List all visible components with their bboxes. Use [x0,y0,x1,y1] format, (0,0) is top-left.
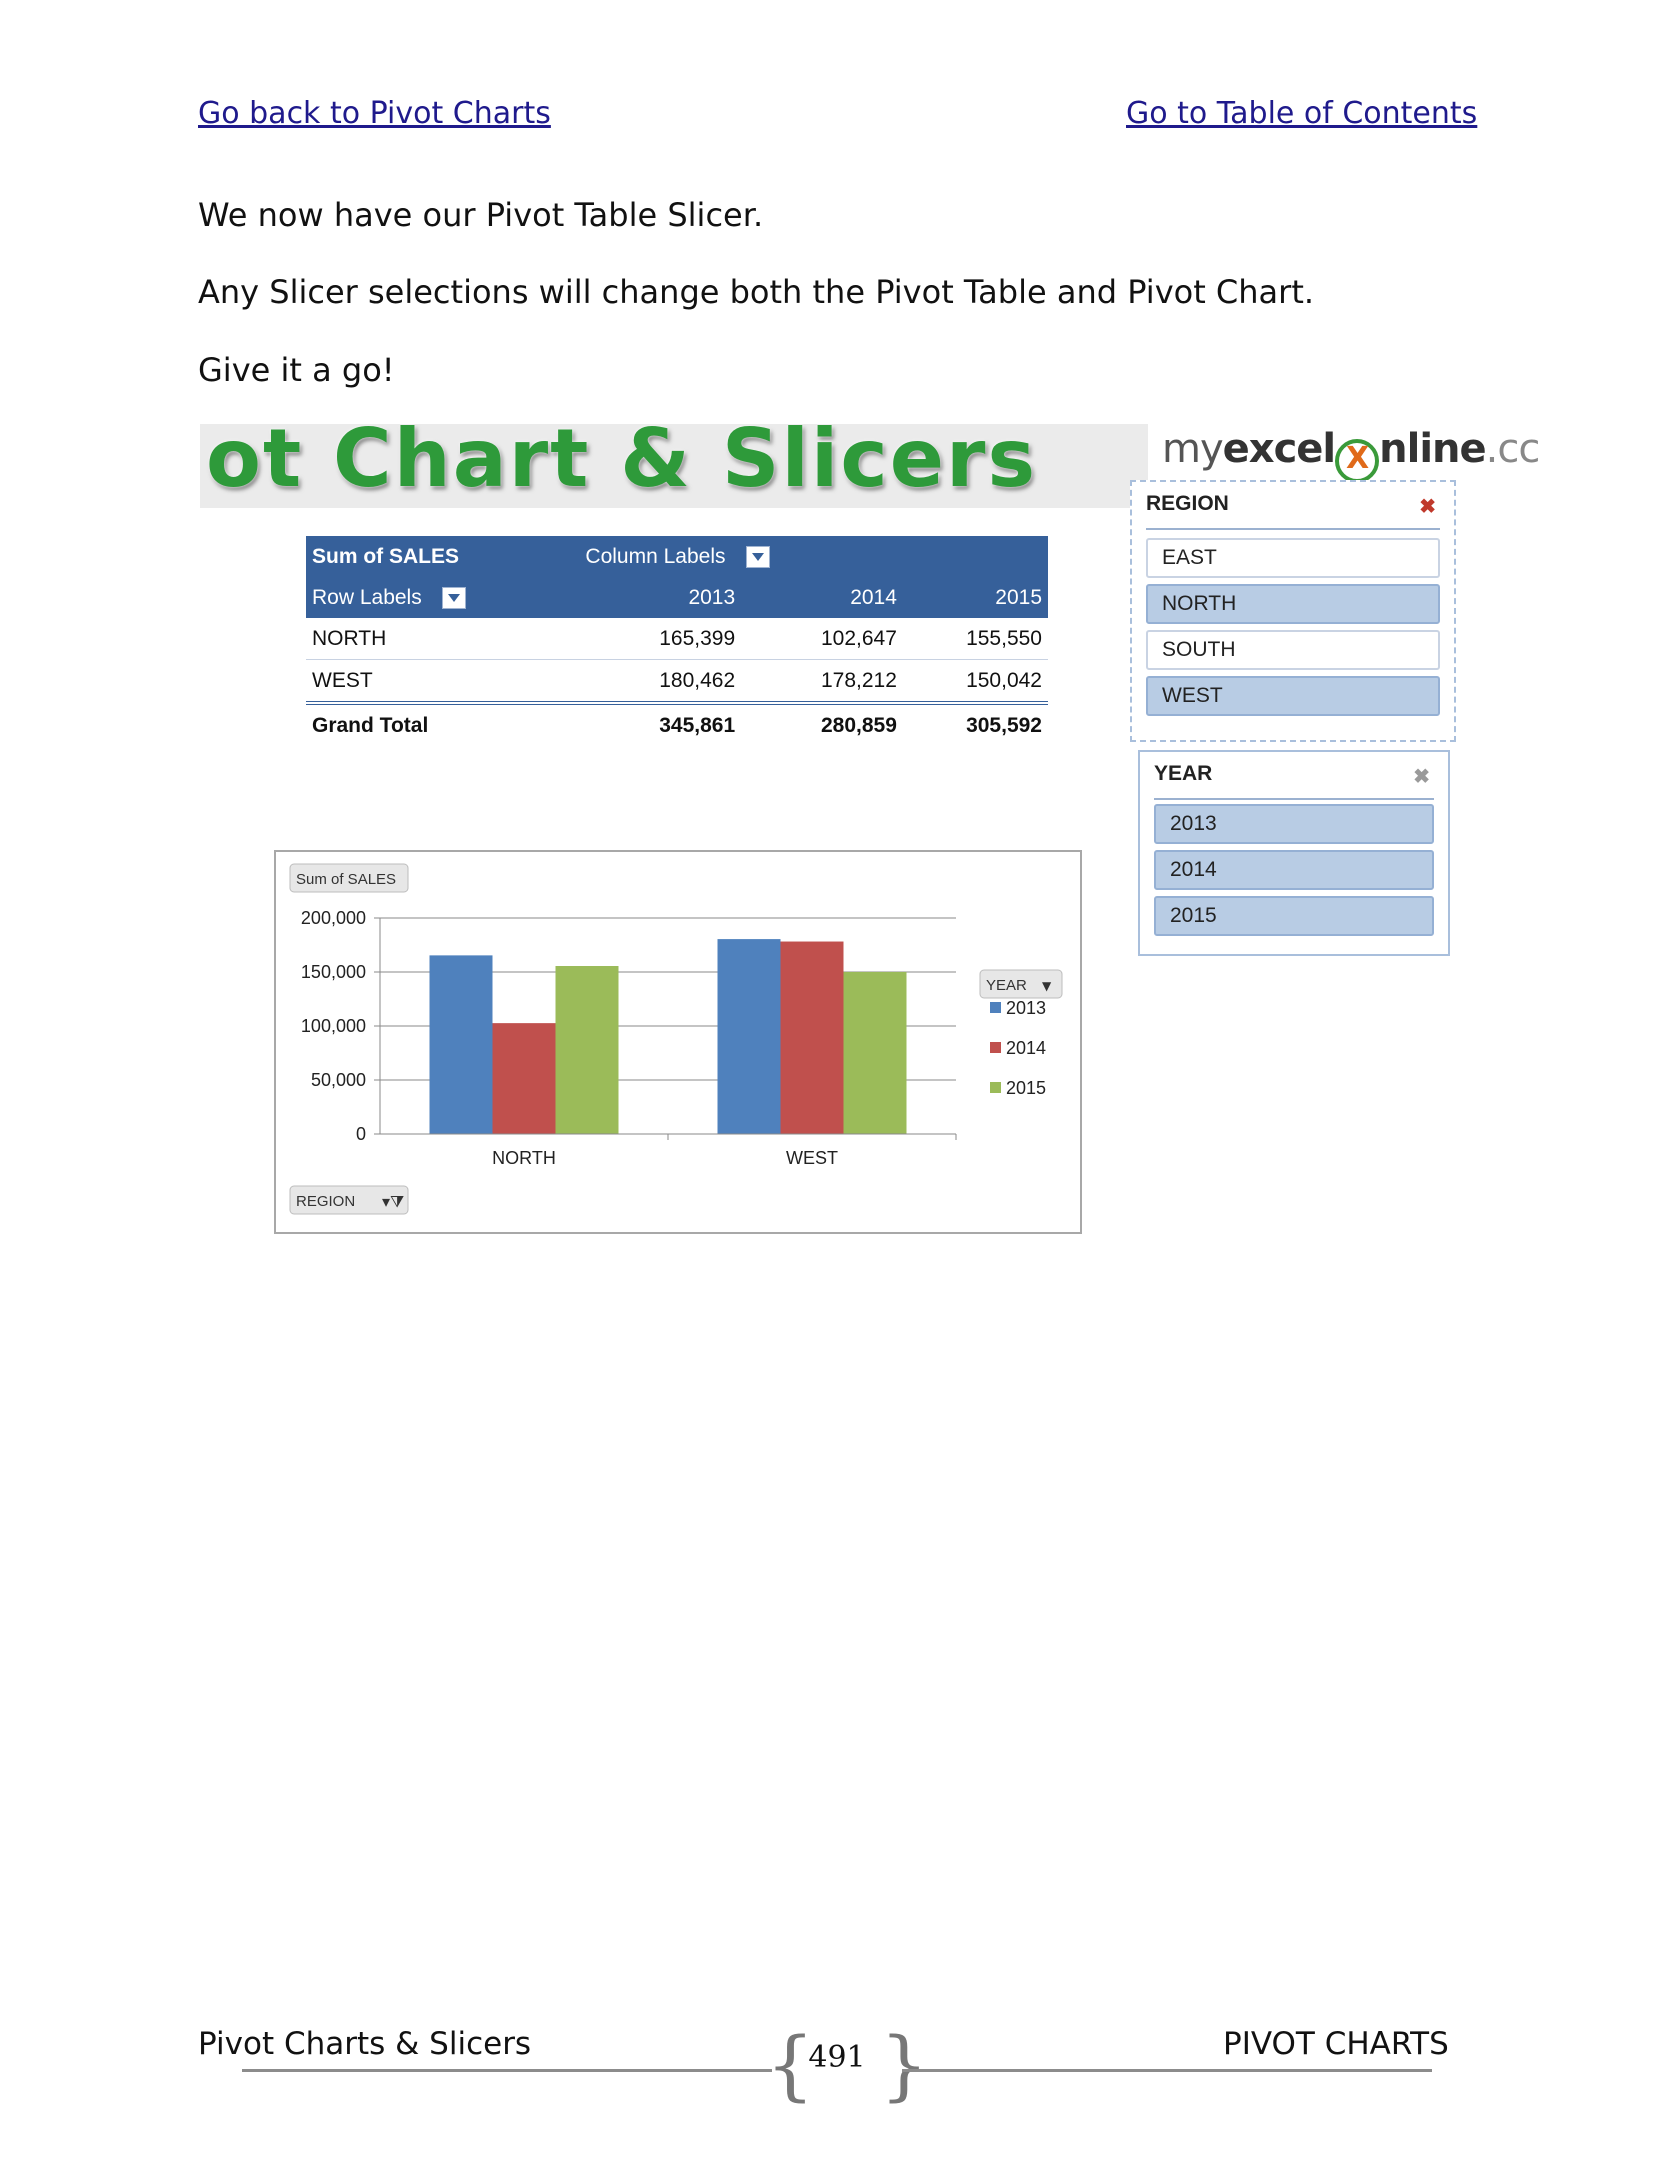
row-labels-filter-icon[interactable] [441,586,466,609]
year-legend-button-label: YEAR [986,977,1027,994]
table-cell: 178,212 [741,659,903,705]
table-cell: 180,462 [579,659,742,705]
table-cell: 165,399 [579,618,742,660]
slicer-item-2013[interactable]: 2013 [1154,804,1434,844]
logo-text-tld: .cc [1485,426,1541,472]
logo-text-nline: nline [1379,426,1487,472]
region-field-button[interactable]: REGION ▾⧩ [289,1185,409,1215]
value-field-button[interactable]: Sum of SALES [289,863,409,893]
grand-total-cell: 305,592 [966,713,1042,737]
legend-swatch-2013 [990,1002,1001,1013]
year-legend-button[interactable]: YEAR ▼ [979,969,1063,999]
paragraph-2: Any Slicer selections will change both t… [198,273,1315,311]
column-labels-filter-icon[interactable] [745,545,770,568]
slicer-item-north[interactable]: NORTH [1146,584,1440,624]
header-spacer [903,536,1048,577]
bar-north-2014 [492,1023,556,1134]
slicer-item-west[interactable]: WEST [1146,676,1440,716]
legend-label: 2015 [1006,1078,1046,1098]
footer-chapter-title: Pivot Charts & Slicers [198,2026,532,2062]
year-slicer-header: YEAR ✖ [1154,762,1434,800]
clear-filter-icon[interactable]: ✖ [1413,764,1430,789]
grand-total-label: Grand Total [312,713,429,737]
column-labels-header[interactable]: Column Labels [579,536,903,577]
x-tick-label: WEST [786,1148,838,1168]
right-brace-icon: } [880,2020,929,2109]
slicer-item-east[interactable]: EAST [1146,538,1440,578]
legend-swatch-2015 [990,1082,1001,1093]
y-tick-label: 0 [356,1124,366,1144]
footer-rule-left [242,2069,772,2072]
legend-swatch-2014 [990,1042,1001,1053]
region-filter-icon[interactable]: ▾⧩ [382,1192,404,1211]
grand-total-cell: 345,861 [659,713,736,737]
y-tick-label: 150,000 [301,962,366,982]
chart-legend: 2013 2014 2015 [990,998,1046,1098]
bar-west-2015 [843,971,907,1134]
logo-x-icon: X [1335,439,1380,483]
pivot-chart[interactable]: 0 50,000 100,000 150,000 200,000 NORTH WEST 20… [274,850,1082,1234]
y-tick-label: 50,000 [311,1070,366,1090]
region-slicer[interactable]: REGION ✖ EAST NORTH SOUTH WEST [1130,480,1456,742]
grand-total-row: Grand Total 345,861 280,859 305,592 [306,703,1048,746]
paragraph-1: We now have our Pivot Table Slicer. [198,196,764,234]
pivot-table: Sum of SALES Column Labels Row Labels 20… [306,536,1048,746]
table-row: NORTH 165,399 102,647 155,550 [306,618,1048,660]
clear-filter-icon[interactable]: ✖ [1419,494,1436,519]
banner-title: ot Chart & Slicers [206,424,1038,505]
value-field-button-label: Sum of SALES [296,871,396,888]
table-row: WEST 180,462 178,212 150,042 [306,659,1048,705]
logo-text-my: my [1162,426,1224,472]
chart-bars [429,939,907,1134]
year-header: 2015 [995,585,1042,609]
row-labels-header[interactable]: Row Labels [306,577,579,618]
logo-text-excel: excel [1222,426,1336,472]
region-slicer-title: REGION [1146,492,1229,515]
year-header: 2014 [850,585,897,609]
y-tick-label: 100,000 [301,1016,366,1036]
row-labels-text: Row Labels [312,585,422,609]
table-cell: 155,550 [902,618,1048,660]
banner: ot Chart & Slicers [200,424,1148,508]
table-cell: 102,647 [741,618,903,660]
legend-label: 2014 [1006,1038,1046,1058]
footer-section-title: PIVOT CHARTS [1223,2026,1449,2062]
bar-west-2013 [717,939,781,1134]
region-field-button-label: REGION [296,1193,355,1210]
y-tick-label: 200,000 [301,908,366,928]
year-slicer-title: YEAR [1154,762,1213,785]
value-field-header: Sum of SALES [312,544,460,568]
bar-north-2015 [555,966,619,1134]
footer-rule-right [902,2069,1432,2072]
bar-north-2013 [429,955,493,1134]
slicer-item-2014[interactable]: 2014 [1154,850,1434,890]
chevron-down-icon[interactable]: ▼ [1042,979,1052,993]
slicer-item-2015[interactable]: 2015 [1154,896,1434,936]
table-cell: 150,042 [902,659,1048,705]
paragraph-3: Give it a go! [198,351,395,389]
myexcelonline-logo: myexcel Xnline.cc [1162,426,1541,483]
region-slicer-header: REGION ✖ [1146,492,1440,530]
year-slicer[interactable]: YEAR ✖ 2013 2014 2015 [1138,750,1450,956]
row-label: NORTH [306,618,580,660]
slicer-item-south[interactable]: SOUTH [1146,630,1440,670]
row-label: WEST [306,659,580,705]
bar-west-2014 [780,941,844,1134]
back-to-pivot-charts-link[interactable]: Go back to Pivot Charts [198,96,551,131]
table-of-contents-link[interactable]: Go to Table of Contents [1126,96,1477,131]
column-labels-text: Column Labels [585,544,726,568]
legend-label: 2013 [1006,998,1046,1018]
grand-total-cell: 280,859 [821,713,897,737]
chart-canvas: 0 50,000 100,000 150,000 200,000 NORTH WEST 20… [289,863,1063,1215]
x-tick-label: NORTH [492,1148,556,1168]
year-header: 2013 [688,585,736,609]
